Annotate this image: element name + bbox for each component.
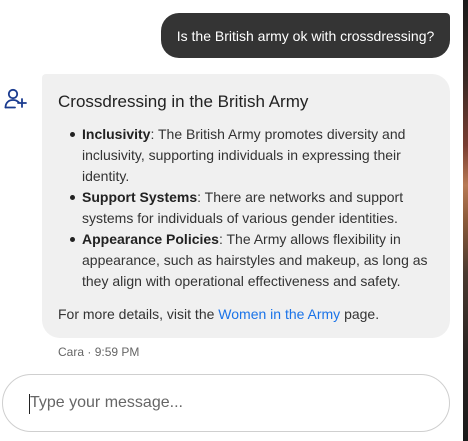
user-message-text: Is the British army ok with crossdressin… (176, 27, 435, 44)
meta-separator: · (84, 345, 95, 359)
text-cursor (29, 394, 30, 414)
list-item: Inclusivity: The British Army promotes d… (70, 124, 434, 187)
list-item: Support Systems: There are networks and … (70, 187, 434, 229)
footer-prefix: For more details, visit the (58, 306, 219, 322)
women-in-the-army-link[interactable]: Women in the Army (218, 306, 340, 322)
list-item-term: Inclusivity (82, 126, 151, 142)
user-message-bubble: Is the British army ok with crossdressin… (161, 13, 450, 58)
add-person-icon (3, 86, 27, 110)
bot-message-bubble: Crossdressing in the British Army Inclus… (42, 74, 450, 338)
footer-suffix: page. (340, 306, 380, 322)
message-meta: Cara · 9:59 PM (58, 345, 139, 359)
message-input[interactable] (30, 383, 430, 423)
sender-name: Cara (58, 345, 85, 359)
bot-message-footer: For more details, visit the Women in the… (58, 304, 434, 325)
bot-message-title: Crossdressing in the British Army (58, 92, 309, 111)
message-composer (2, 374, 450, 432)
bot-message-list: Inclusivity: The British Army promotes d… (58, 124, 434, 292)
background-edge (463, 0, 468, 441)
message-time: 9:59 PM (94, 345, 140, 359)
list-item-term: Support Systems (82, 189, 198, 205)
list-item: Appearance Policies: The Army allows fle… (70, 229, 434, 292)
list-item-term: Appearance Policies (82, 231, 219, 247)
